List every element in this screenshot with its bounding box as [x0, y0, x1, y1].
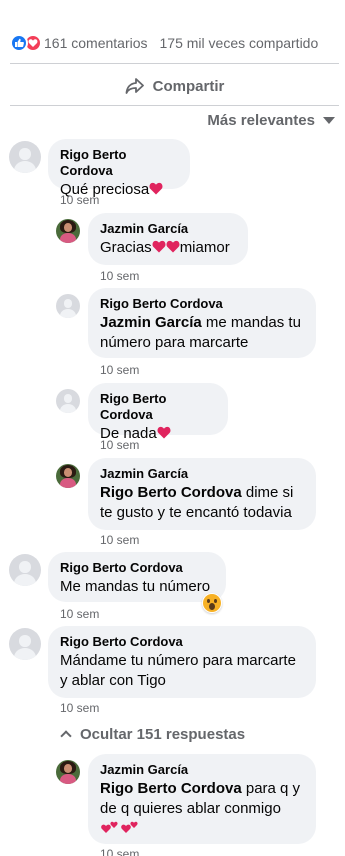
comment-author[interactable]: Rigo Berto Cordova — [100, 391, 216, 423]
comment-bubble: Jazmin García Rigo Berto Cordova para q … — [88, 754, 316, 844]
heart-icon — [101, 821, 118, 833]
comments-count-link[interactable]: 161 comentarios — [44, 35, 148, 51]
heart-icon — [121, 821, 138, 833]
divider — [10, 63, 339, 64]
heart-icon — [149, 182, 163, 195]
comment-sort-dropdown[interactable]: Más relevantes — [207, 110, 335, 130]
comment-text: Mándame tu número para marcarte y ablar … — [60, 652, 296, 689]
comment-timestamp[interactable]: 10 sem — [100, 846, 139, 856]
share-arrow-icon — [125, 78, 144, 94]
share-label: Compartir — [152, 77, 225, 95]
sort-label: Más relevantes — [207, 111, 315, 129]
avatar[interactable] — [56, 464, 80, 488]
hide-replies-label: Ocultar 151 respuestas — [80, 725, 246, 743]
comment-bubble: Rigo Berto Cordova Mándame tu número par… — [48, 626, 316, 698]
chevron-up-icon — [60, 730, 72, 742]
comment-bubble: Jazmin García Gracias miamor — [88, 213, 248, 265]
heart-icon — [152, 240, 166, 253]
comment-author[interactable]: Jazmin García — [100, 466, 304, 482]
comment-timestamp[interactable]: 10 sem — [100, 362, 139, 378]
divider — [10, 105, 339, 106]
comment-bubble: Rigo Berto Cordova De nada — [88, 383, 228, 442]
comment-author[interactable]: Jazmin García — [100, 221, 236, 237]
avatar[interactable] — [9, 141, 41, 173]
shares-count-link[interactable]: 175 mil veces compartido — [160, 35, 319, 51]
like-reaction-icon — [10, 34, 28, 52]
comment-author[interactable]: Rigo Berto Cordova — [100, 296, 304, 312]
reaction-summary[interactable] — [10, 34, 42, 52]
comment-text: Rigo Berto Cordova para q y de q quieres… — [100, 779, 304, 841]
avatar[interactable] — [9, 628, 41, 660]
mention-link[interactable]: Jazmin García — [100, 314, 202, 331]
mention-link[interactable]: Rigo Berto Cordova — [100, 780, 242, 797]
comment-text: Jazmin García me mandas tu número para m… — [100, 314, 301, 351]
comment-bubble: Rigo Berto Cordova Qué preciosa — [48, 139, 190, 198]
caret-down-icon — [323, 116, 335, 124]
comment-author[interactable]: Jazmin García — [100, 762, 304, 778]
comment-timestamp[interactable]: 10 sem — [100, 268, 139, 284]
comment-text: Me mandas tu número — [60, 578, 211, 595]
share-button[interactable]: Compartir — [10, 70, 339, 102]
comment-bubble: Rigo Berto Cordova Me mandas tu número — [48, 552, 226, 602]
comment-timestamp[interactable]: 10 sem — [100, 437, 139, 453]
avatar[interactable] — [56, 219, 80, 243]
avatar[interactable] — [56, 389, 80, 413]
comment-bubble: Jazmin García Rigo Berto Cordova dime si… — [88, 458, 316, 530]
heart-icon — [157, 426, 171, 439]
comment-timestamp[interactable]: 10 sem — [100, 532, 139, 548]
post-stats-bar: 161 comentarios 175 mil veces compartido — [10, 30, 345, 56]
comment-author[interactable]: Rigo Berto Cordova — [60, 560, 214, 576]
comment-timestamp[interactable]: 10 sem — [60, 700, 99, 716]
mention-link[interactable]: Rigo Berto Cordova — [100, 484, 242, 501]
comment-timestamp[interactable]: 10 sem — [60, 192, 99, 208]
avatar[interactable] — [56, 760, 80, 784]
comment-timestamp[interactable]: 10 sem — [60, 606, 99, 622]
comment-text: Rigo Berto Cordova dime si te gusto y te… — [100, 484, 294, 521]
heart-icon — [166, 240, 180, 253]
hide-replies-button[interactable]: Ocultar 151 respuestas — [60, 724, 246, 744]
comment-bubble: Rigo Berto Cordova Jazmin García me mand… — [88, 288, 316, 358]
comment-text: Gracias miamor — [100, 239, 230, 256]
comment-author[interactable]: Rigo Berto Cordova — [60, 634, 304, 650]
wow-reaction-badge[interactable] — [202, 593, 222, 613]
comment-author[interactable]: Rigo Berto Cordova — [60, 147, 178, 179]
wow-emoji-icon — [203, 594, 221, 612]
avatar[interactable] — [56, 294, 80, 318]
avatar[interactable] — [9, 554, 41, 586]
